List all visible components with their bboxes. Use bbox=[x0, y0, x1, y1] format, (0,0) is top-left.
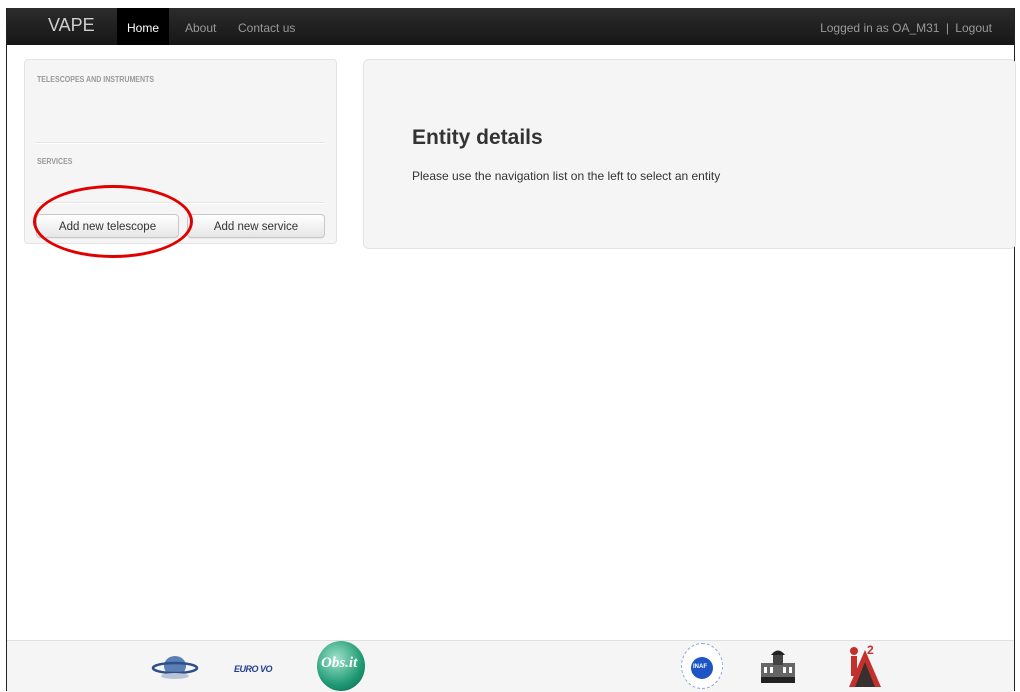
observatory-building-logo-icon[interactable] bbox=[759, 647, 797, 685]
footer-logos: EURO VO Obs.it INAF 2 bbox=[7, 640, 1014, 692]
entity-details-panel: Entity details Please use the navigation… bbox=[363, 59, 1016, 249]
info-message: Please use the navigation list on the le… bbox=[412, 169, 721, 183]
divider bbox=[36, 202, 324, 204]
inaf-logo-text: INAF bbox=[693, 664, 707, 670]
page-title: Entity details bbox=[412, 126, 543, 149]
brand-link[interactable]: VAPE bbox=[48, 15, 95, 36]
section-header-services: SERVICES bbox=[37, 157, 73, 166]
ia2-logo-icon[interactable]: 2 bbox=[845, 642, 885, 688]
vobs-logo-icon[interactable]: Obs.it bbox=[317, 641, 365, 691]
inaf-logo-icon[interactable]: INAF bbox=[681, 643, 723, 689]
logout-link[interactable]: Logout bbox=[955, 21, 992, 35]
euro-vo-logo-icon[interactable]: EURO VO bbox=[234, 664, 284, 676]
planet-ring-logo-icon[interactable] bbox=[151, 651, 199, 683]
nav-contact[interactable]: Contact us bbox=[228, 8, 305, 45]
separator: | bbox=[945, 21, 949, 35]
logged-in-text: Logged in as OA_M31 bbox=[820, 21, 940, 35]
nav-home[interactable]: Home bbox=[117, 8, 170, 45]
ia2-logo-text: 2 bbox=[867, 643, 874, 657]
add-service-button[interactable]: Add new service bbox=[187, 214, 325, 238]
login-info: Logged in as OA_M31 | Logout bbox=[820, 8, 992, 48]
divider bbox=[36, 142, 324, 144]
nav-about[interactable]: About bbox=[175, 8, 226, 45]
vobs-logo-text: Obs.it bbox=[321, 655, 358, 671]
section-header-telescopes: TELESCOPES AND INSTRUMENTS bbox=[37, 75, 155, 84]
euro-vo-logo-text: EURO VO bbox=[234, 664, 273, 674]
top-navbar: VAPE Home About Contact us Logged in as … bbox=[7, 8, 1014, 45]
sidebar-nav: TELESCOPES AND INSTRUMENTS SERVICES Add … bbox=[24, 59, 337, 244]
add-telescope-button[interactable]: Add new telescope bbox=[36, 214, 179, 238]
